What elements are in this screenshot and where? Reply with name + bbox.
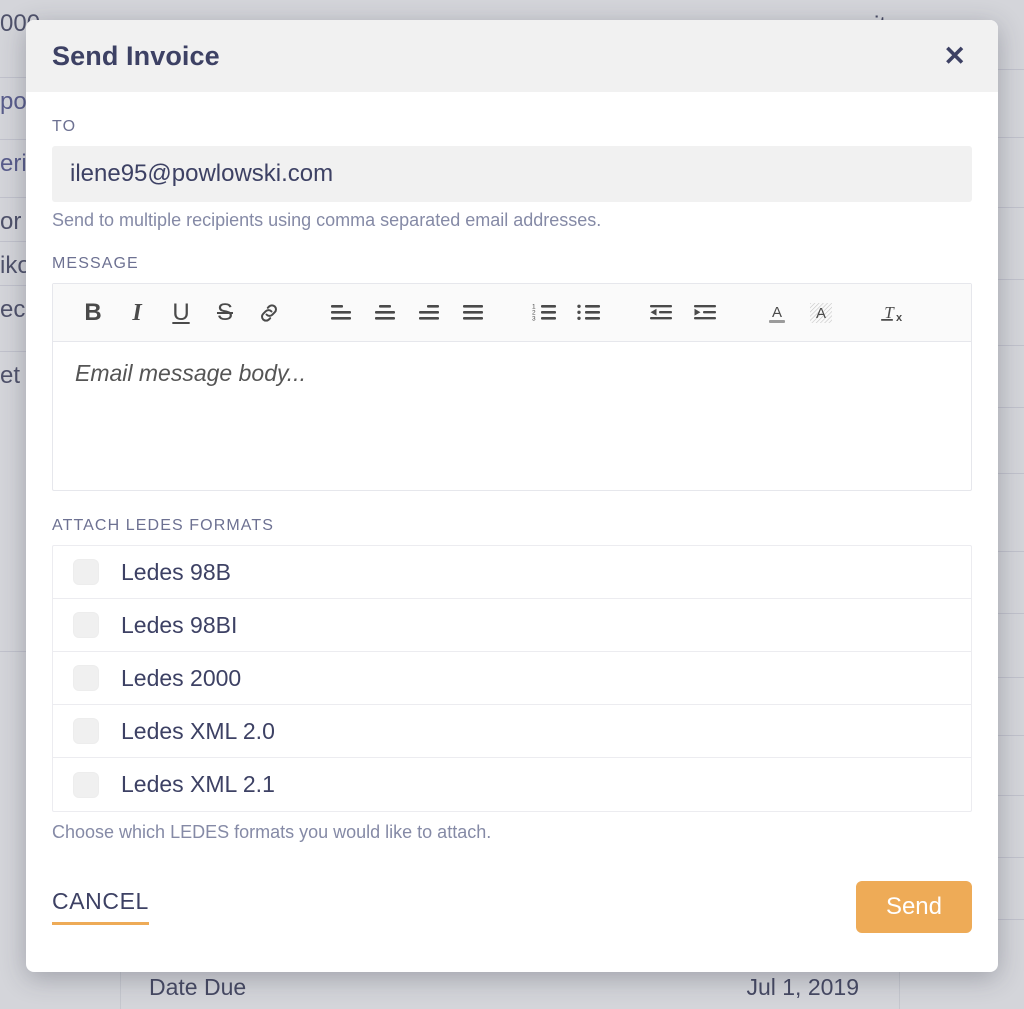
message-field-label: MESSAGE	[52, 255, 972, 273]
toolbar-group-indent	[639, 293, 727, 333]
outdent-icon[interactable]	[639, 293, 683, 333]
link-icon[interactable]	[247, 293, 291, 333]
align-justify-icon[interactable]	[451, 293, 495, 333]
align-center-icon[interactable]	[363, 293, 407, 333]
to-email-input[interactable]	[52, 146, 972, 202]
ledes-format-list: Ledes 98B Ledes 98BI Ledes 2000 Ledes XML 2…	[52, 545, 972, 812]
ledes-format-label: Ledes XML 2.0	[121, 718, 275, 745]
ledes-format-row[interactable]: Ledes 2000	[53, 652, 971, 705]
checkbox-icon[interactable]	[73, 772, 99, 798]
editor-toolbar: B I U S	[53, 284, 971, 342]
checkbox-icon[interactable]	[73, 665, 99, 691]
ledes-helper-text: Choose which LEDES formats you would lik…	[52, 822, 972, 843]
underline-icon[interactable]: U	[159, 293, 203, 333]
modal-footer: CANCEL Send	[26, 864, 998, 972]
ordered-list-icon[interactable]: 1 2 3	[523, 293, 567, 333]
to-helper-text: Send to multiple recipients using comma …	[52, 210, 972, 231]
to-field-label: TO	[52, 118, 972, 136]
modal-body: TO Send to multiple recipients using com…	[26, 92, 998, 864]
checkbox-icon[interactable]	[73, 559, 99, 585]
modal-header: Send Invoice ✕	[26, 20, 998, 92]
message-body-input[interactable]: Email message body...	[53, 342, 971, 490]
svg-text:A: A	[772, 304, 782, 321]
ledes-format-label: Ledes 98BI	[121, 612, 237, 639]
checkbox-icon[interactable]	[73, 718, 99, 744]
close-icon[interactable]: ✕	[937, 39, 972, 74]
ledes-format-label: Ledes XML 2.1	[121, 771, 275, 798]
ledes-format-label: Ledes 98B	[121, 559, 231, 586]
indent-icon[interactable]	[683, 293, 727, 333]
checkbox-icon[interactable]	[73, 612, 99, 638]
cancel-button[interactable]: CANCEL	[52, 889, 149, 925]
italic-icon[interactable]: I	[115, 293, 159, 333]
align-left-icon[interactable]	[319, 293, 363, 333]
send-button[interactable]: Send	[856, 881, 972, 933]
toolbar-group-colors: A A	[755, 293, 843, 333]
text-color-icon[interactable]: A	[755, 293, 799, 333]
svg-text:A: A	[816, 305, 826, 322]
ledes-format-label: Ledes 2000	[121, 665, 241, 692]
toolbar-group-clear: T x	[871, 293, 915, 333]
background-color-icon[interactable]: A	[799, 293, 843, 333]
ledes-format-row[interactable]: Ledes XML 2.1	[53, 758, 971, 811]
bold-icon[interactable]: B	[71, 293, 115, 333]
svg-text:3: 3	[532, 315, 536, 322]
toolbar-group-formatting: B I U S	[71, 293, 291, 333]
send-invoice-modal: Send Invoice ✕ TO Send to multiple recip…	[26, 20, 998, 972]
toolbar-group-alignment	[319, 293, 495, 333]
ledes-format-row[interactable]: Ledes 98B	[53, 546, 971, 599]
svg-text:x: x	[896, 312, 903, 324]
modal-title: Send Invoice	[52, 41, 220, 72]
ledes-section-label: ATTACH LEDES FORMATS	[52, 517, 972, 535]
toolbar-group-lists: 1 2 3	[523, 293, 611, 333]
strikethrough-icon[interactable]: S	[203, 293, 247, 333]
unordered-list-icon[interactable]	[567, 293, 611, 333]
ledes-format-row[interactable]: Ledes XML 2.0	[53, 705, 971, 758]
message-editor: B I U S	[52, 283, 972, 491]
clear-formatting-icon[interactable]: T x	[871, 293, 915, 333]
ledes-format-row[interactable]: Ledes 98BI	[53, 599, 971, 652]
align-right-icon[interactable]	[407, 293, 451, 333]
